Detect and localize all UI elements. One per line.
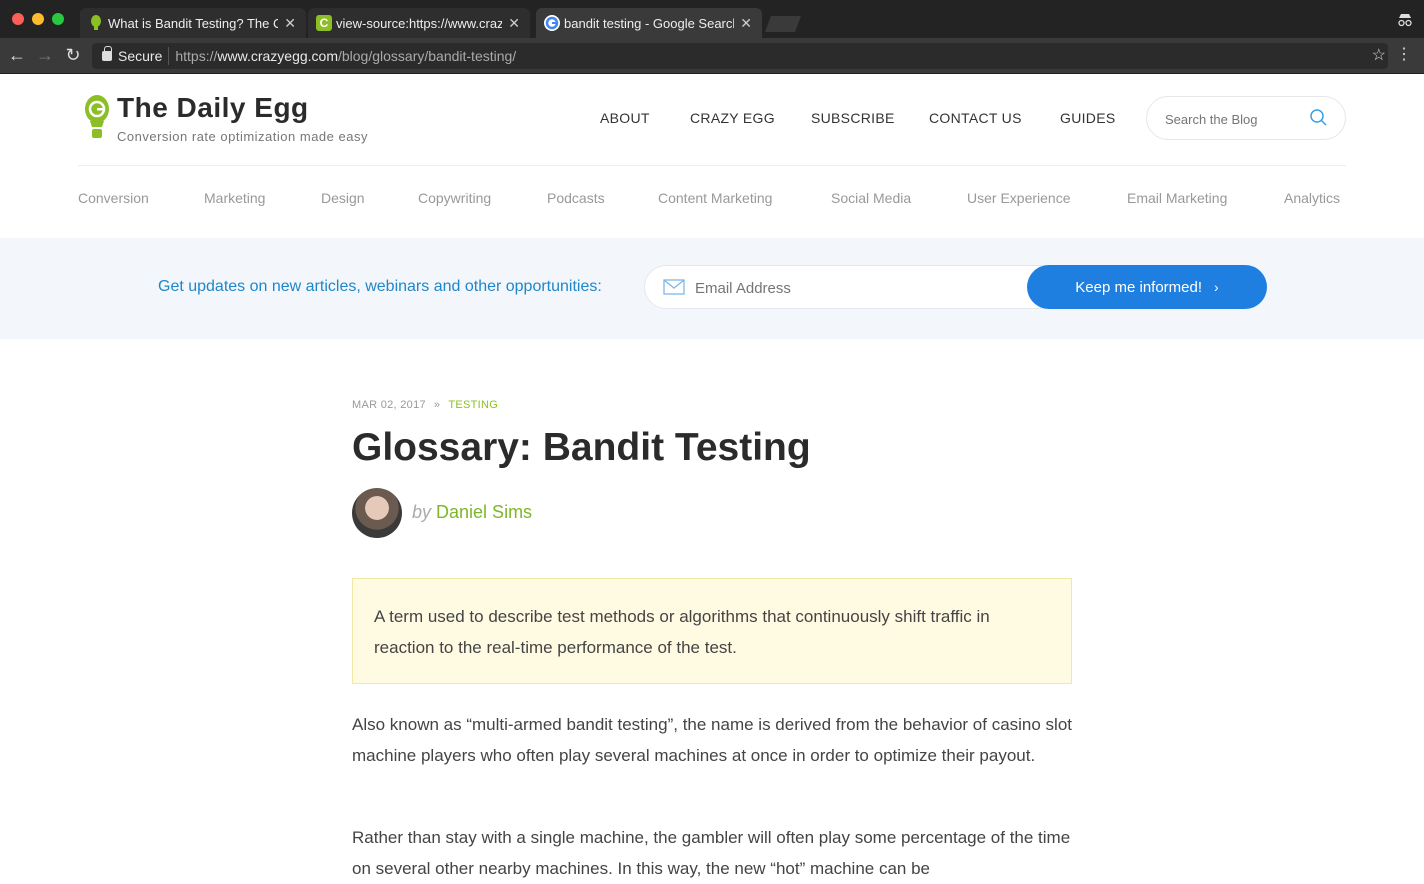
browser-tab-crazyegg[interactable]: What is Bandit Testing? The Crazy Egg ✕: [80, 8, 306, 38]
header-divider: [78, 165, 1346, 166]
chevron-right-icon: »: [433, 399, 441, 411]
nav-about[interactable]: ABOUT: [600, 110, 650, 126]
close-tab-icon[interactable]: ✕: [740, 15, 752, 32]
browser-tab-view-source[interactable]: C view-source:https://www.crazyegg.com ✕: [308, 8, 530, 38]
address-bar[interactable]: Secure https://www.crazyegg.com/blog/glo…: [92, 43, 1388, 69]
zoom-window-button[interactable]: [52, 13, 64, 25]
new-tab-button[interactable]: [765, 16, 801, 32]
divider: [168, 47, 170, 65]
post-meta: MAR 02, 2017 » TESTING: [352, 399, 498, 411]
nav-subscribe[interactable]: SUBSCRIBE: [811, 110, 895, 126]
search-input[interactable]: [1165, 109, 1305, 129]
post-title: Glossary: Bandit Testing: [352, 426, 811, 469]
category-content-marketing[interactable]: Content Marketing: [658, 190, 772, 206]
category-podcasts[interactable]: Podcasts: [547, 190, 605, 206]
secure-label: Secure: [118, 48, 163, 64]
browser-tab-google-search[interactable]: bandit testing - Google Search ✕: [536, 8, 762, 38]
url-host: www.crazyegg.com: [217, 48, 338, 64]
crazyegg-favicon-icon: [88, 15, 104, 31]
category-social-media[interactable]: Social Media: [831, 190, 911, 206]
category-conversion[interactable]: Conversion: [78, 190, 149, 206]
nav-crazy-egg[interactable]: CRAZY EGG: [690, 110, 775, 126]
minimize-window-button[interactable]: [32, 13, 44, 25]
url-path: /blog/glossary/bandit-testing/: [337, 48, 517, 64]
subscribe-banner: Get updates on new articles, webinars an…: [0, 238, 1424, 339]
site-tagline: Conversion rate optimization made easy: [117, 129, 368, 144]
tab-label: What is Bandit Testing? The Crazy Egg: [108, 15, 279, 31]
site-title[interactable]: The Daily Egg: [117, 92, 309, 124]
nav-guides[interactable]: GUIDES: [1060, 110, 1115, 126]
email-input[interactable]: [695, 277, 1015, 299]
chevron-right-icon: ›: [1214, 279, 1219, 295]
tab-label: bandit testing - Google Search: [564, 15, 735, 31]
category-email-marketing[interactable]: Email Marketing: [1127, 190, 1227, 206]
by-label: by: [412, 502, 432, 522]
lightbulb-logo-icon[interactable]: [84, 94, 110, 140]
url-scheme: https://: [175, 48, 218, 64]
category-analytics[interactable]: Analytics: [1284, 190, 1340, 206]
keep-me-informed-button[interactable]: Keep me informed! ›: [1027, 265, 1267, 309]
post-date: MAR 02, 2017: [352, 399, 426, 411]
forward-arrow-icon[interactable]: →: [34, 44, 56, 66]
category-copywriting[interactable]: Copywriting: [418, 190, 491, 206]
close-window-button[interactable]: [12, 13, 24, 25]
incognito-icon: [1396, 10, 1414, 28]
google-favicon-icon: [544, 15, 560, 31]
reload-icon[interactable]: ↻: [62, 44, 84, 66]
close-tab-icon[interactable]: ✕: [508, 15, 520, 32]
subscribe-form: Keep me informed! ›: [644, 265, 1267, 309]
byline: by Daniel Sims: [412, 502, 532, 523]
lock-icon: [102, 46, 112, 61]
search-icon[interactable]: [1309, 108, 1329, 128]
category-design[interactable]: Design: [321, 190, 365, 206]
button-label: Keep me informed!: [1075, 278, 1203, 296]
browser-tab-bar: What is Bandit Testing? The Crazy Egg ✕ …: [0, 0, 1424, 38]
bookmark-star-icon[interactable]: ☆: [1372, 45, 1386, 65]
browser-menu-icon[interactable]: ⋮: [1396, 44, 1412, 64]
site-header: The Daily Egg Conversion rate optimizati…: [0, 74, 1424, 166]
crazyegg-c-favicon-icon: C: [316, 15, 332, 31]
subscribe-text: Get updates on new articles, webinars an…: [158, 278, 602, 295]
blog-search: [1146, 96, 1346, 140]
article-paragraph: Rather than stay with a single machine, …: [352, 828, 1071, 878]
author-avatar[interactable]: [352, 488, 402, 538]
envelope-icon: [663, 279, 685, 295]
tab-label: view-source:https://www.crazyegg.com: [336, 15, 503, 31]
close-tab-icon[interactable]: ✕: [284, 15, 296, 32]
article-paragraph: Also known as “multi-armed bandit testin…: [352, 715, 1073, 765]
back-arrow-icon[interactable]: ←: [6, 44, 28, 66]
category-user-experience[interactable]: User Experience: [967, 190, 1071, 206]
author-link[interactable]: Daniel Sims: [436, 502, 532, 522]
browser-toolbar: ← → ↻ Secure https://www.crazyegg.com/bl…: [0, 38, 1424, 74]
nav-contact-us[interactable]: CONTACT US: [929, 110, 1022, 126]
post-category-link[interactable]: TESTING: [448, 399, 498, 411]
category-marketing[interactable]: Marketing: [204, 190, 265, 206]
definition-box: A term used to describe test methods or …: [352, 578, 1072, 684]
